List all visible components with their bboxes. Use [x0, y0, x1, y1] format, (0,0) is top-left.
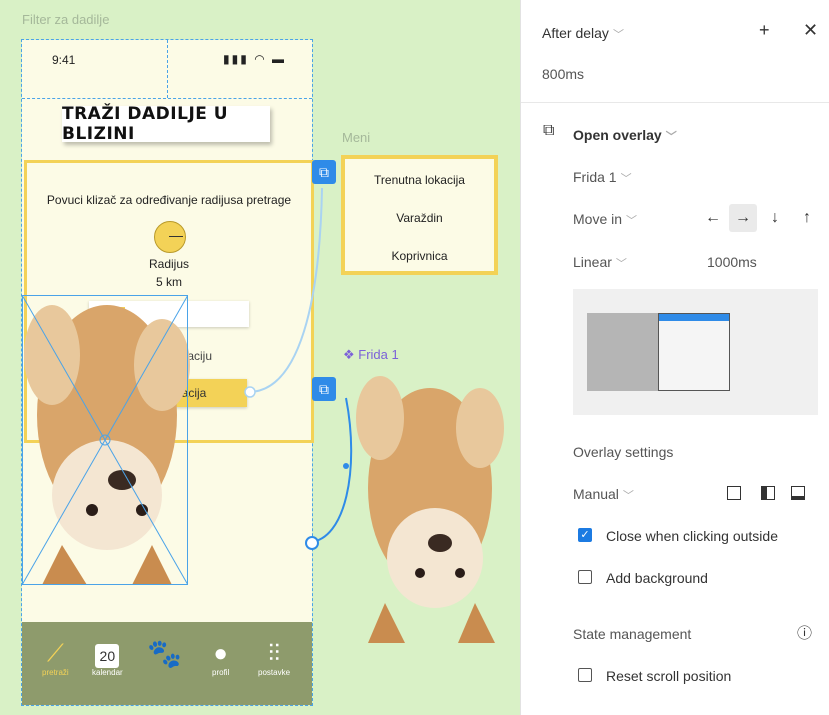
destination-select[interactable]: Frida 1 ﹀ [573, 169, 632, 186]
action-label: Open overlay [573, 127, 662, 143]
animation-preview [573, 289, 818, 415]
add-background-label[interactable]: Add background [606, 570, 708, 586]
open-overlay-icon: ⧉ [543, 122, 555, 139]
close-icon[interactable]: ✕ [803, 20, 818, 41]
menu-item[interactable]: Trenutna lokacija [345, 173, 494, 187]
chevron-down-icon: ﹀ [665, 131, 677, 143]
position-center-icon[interactable] [727, 486, 741, 500]
easing-select[interactable]: Linear ﹀ [573, 254, 627, 271]
overlay-node-icon[interactable]: ⧉ [312, 160, 336, 184]
state-management-heading: State management [573, 626, 692, 642]
reset-scroll-checkbox[interactable] [578, 668, 592, 682]
position-label: Manual [573, 486, 619, 502]
animation-label: Move in [573, 211, 623, 227]
prototype-canvas[interactable]: Filter za dadilje 9:41 ▮▮▮ ◠ ▬ TRAŽI DAD… [0, 0, 520, 715]
delay-input[interactable]: 800ms [542, 66, 584, 82]
preview-base [587, 313, 659, 391]
menu-item[interactable]: Koprivnica [345, 249, 494, 263]
position-left-icon[interactable] [761, 486, 775, 500]
close-outside-checkbox[interactable]: ✓ [578, 528, 592, 542]
chevron-down-icon: ﹀ [622, 490, 634, 502]
close-outside-label[interactable]: Close when clicking outside [606, 528, 778, 544]
add-icon[interactable]: + [759, 20, 770, 41]
animation-select[interactable]: Move in ﹀ [573, 211, 637, 228]
overlay-node-icon[interactable]: ⧉ [312, 377, 336, 401]
menu-item[interactable]: Varaždin [345, 211, 494, 225]
trigger-label: After delay [542, 25, 609, 41]
info-icon[interactable]: ⓘ [797, 622, 812, 643]
overlay-settings-heading: Overlay settings [573, 444, 674, 460]
chevron-down-icon: ﹀ [615, 258, 627, 270]
menu-frame[interactable]: Trenutna lokacija Varaždin Koprivnica [341, 155, 498, 275]
interaction-panel: After delay ﹀ + ✕ 800ms ⧉ Open overlay ﹀ F… [520, 0, 829, 715]
arrow-right-icon[interactable]: → [729, 204, 757, 232]
frida-dog-image[interactable] [350, 368, 510, 648]
duration-input[interactable]: 1000ms [707, 254, 757, 270]
chevron-down-icon: ﹀ [620, 173, 632, 185]
action-select[interactable]: Open overlay ﹀ [573, 127, 677, 144]
divider [521, 102, 829, 103]
arrow-up-icon[interactable]: ↑ [793, 204, 821, 232]
chevron-down-icon: ﹀ [626, 215, 638, 227]
position-select[interactable]: Manual ﹀ [573, 486, 634, 503]
add-background-checkbox[interactable] [578, 570, 592, 584]
frida-frame-label[interactable]: ❖ Frida 1 [343, 347, 399, 363]
preview-overlay [658, 313, 730, 391]
meni-frame-label[interactable]: Meni [342, 130, 370, 145]
arrow-left-icon[interactable]: ← [699, 204, 727, 232]
position-bottom-icon[interactable] [791, 486, 805, 500]
destination-label: Frida 1 [573, 169, 617, 185]
trigger-select[interactable]: After delay ﹀ [542, 25, 624, 42]
arrow-down-icon[interactable]: ↓ [761, 204, 789, 232]
chevron-down-icon: ﹀ [612, 29, 624, 41]
easing-label: Linear [573, 254, 612, 270]
reset-scroll-label[interactable]: Reset scroll position [606, 668, 731, 684]
